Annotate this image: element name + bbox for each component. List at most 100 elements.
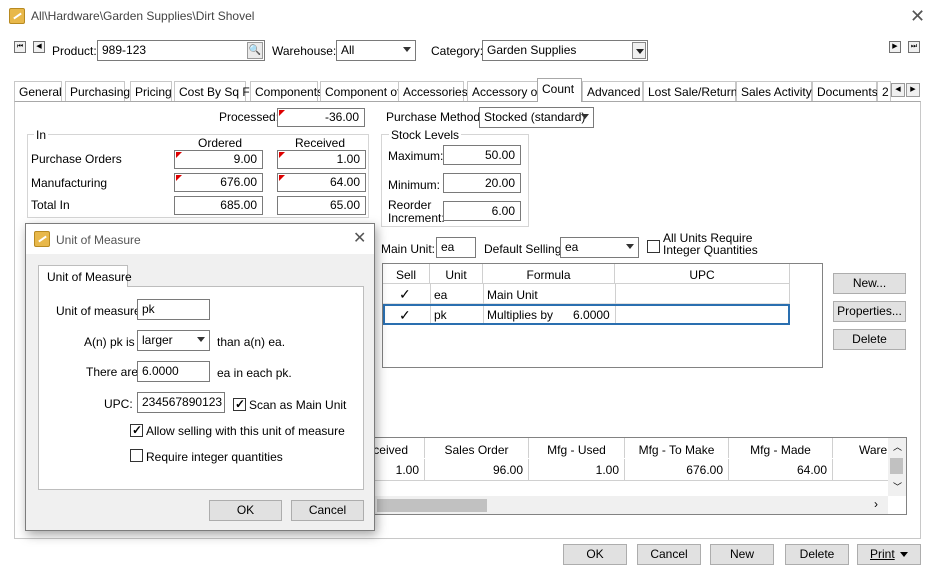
cancel-button[interactable]: Cancel: [637, 544, 701, 565]
minimum-label: Minimum:: [388, 178, 441, 192]
tab-general[interactable]: General: [14, 81, 62, 101]
require-integer-checkbox[interactable]: [130, 449, 143, 462]
tab-more[interactable]: 2: [877, 81, 891, 101]
scroll-thumb-horizontal[interactable]: [377, 499, 487, 512]
dialog-tab-unit-of-measure[interactable]: Unit of Measure: [38, 265, 132, 287]
close-icon[interactable]: ✕: [910, 7, 925, 25]
po-received-field[interactable]: 1.00: [277, 150, 366, 169]
purchase-method-value: Stocked (standard): [484, 110, 586, 124]
sales-order-cell: 96.00: [425, 459, 529, 481]
processed-field[interactable]: -36.00: [277, 108, 365, 127]
product-input[interactable]: 989-123 🔍: [97, 40, 265, 61]
manufacturing-label: Manufacturing: [31, 176, 108, 190]
chevron-down-icon[interactable]: [632, 42, 646, 59]
tab-scroll-right-icon[interactable]: ▶: [906, 83, 920, 97]
delete-unit-button[interactable]: Delete: [833, 329, 906, 350]
tab-components[interactable]: Components: [250, 81, 323, 101]
purchase-method-select[interactable]: Stocked (standard): [479, 107, 594, 128]
scroll-down-icon[interactable]: ﹀: [893, 480, 902, 493]
tab-sales-activity[interactable]: Sales Activity: [736, 81, 812, 101]
dialog-cancel-button[interactable]: Cancel: [291, 500, 364, 521]
scroll-up-icon[interactable]: ︿: [893, 440, 902, 453]
first-record-icon[interactable]: ⏮: [14, 41, 26, 53]
product-label: Product:: [52, 44, 97, 58]
dialog-ok-button[interactable]: OK: [209, 500, 282, 521]
scroll-thumb-vertical[interactable]: [890, 458, 903, 474]
maximum-field[interactable]: 50.00: [443, 145, 521, 165]
tab-lost-sale-return[interactable]: Lost Sale/Return: [643, 81, 737, 101]
reorder-field[interactable]: 6.00: [443, 201, 521, 221]
close-icon[interactable]: ✕: [353, 230, 366, 248]
category-select[interactable]: Garden Supplies: [482, 40, 648, 61]
tab-accessories[interactable]: Accessories: [398, 81, 468, 101]
scroll-right-icon[interactable]: ›: [874, 497, 878, 511]
print-label: Print: [870, 547, 895, 561]
default-selling-select[interactable]: ea: [560, 237, 639, 258]
col-mfg-to-make: Mfg - To Make: [625, 438, 729, 458]
maximum-label: Maximum:: [388, 149, 444, 163]
ok-button[interactable]: OK: [563, 544, 627, 565]
units-grid: Sell Unit Formula UPC ✓ ea Main Unit ✓ p…: [382, 263, 823, 368]
total-received-field: 65.00: [277, 196, 366, 215]
processed-label: Processed:: [219, 110, 280, 124]
tab-count[interactable]: Count: [537, 78, 582, 102]
table-row[interactable]: 1.00 96.00 1.00 676.00 64.00: [341, 459, 888, 481]
upc-input[interactable]: 234567890123: [137, 392, 225, 413]
minimum-field[interactable]: 20.00: [443, 173, 521, 193]
uom-input[interactable]: pk: [137, 299, 210, 320]
tab-pricing[interactable]: Pricing: [130, 81, 172, 101]
po-ordered-field[interactable]: 9.00: [174, 150, 263, 169]
quantity-input[interactable]: 6.0000: [137, 361, 210, 382]
product-value: 989-123: [102, 43, 147, 57]
purchase-orders-label: Purchase Orders: [31, 152, 122, 166]
uom-label: Unit of measure:: [56, 304, 145, 318]
tab-component-of[interactable]: Component of: [320, 81, 400, 101]
formula-cell: Main Unit: [483, 284, 615, 304]
tab-accessory-of[interactable]: Accessory of: [467, 81, 541, 101]
relation-select[interactable]: larger: [137, 330, 210, 351]
warehouse-select[interactable]: All: [336, 40, 416, 61]
tab-documents[interactable]: Documents: [812, 81, 878, 101]
warehouse-label: Warehouse:: [272, 44, 337, 58]
col-upc[interactable]: UPC: [615, 264, 790, 284]
mfg-to-make-cell: 676.00: [625, 459, 729, 481]
tab-cost-by-sq-ft[interactable]: Cost By Sq Ft: [174, 81, 253, 101]
title-bar: All\Hardware\Garden Supplies\Dirt Shovel…: [0, 0, 934, 32]
next-record-icon[interactable]: ▶: [889, 41, 901, 53]
unit-cell: pk: [430, 306, 483, 323]
summary-grid-header: eceived Sales Order Mfg - Used Mfg - To …: [341, 438, 888, 458]
print-button[interactable]: Print: [857, 544, 921, 565]
in-group-title: In: [34, 128, 49, 142]
tab-scroll-left-icon[interactable]: ◀: [891, 83, 905, 97]
scan-as-main-unit-checkbox[interactable]: [233, 397, 246, 411]
horizontal-scrollbar[interactable]: ›: [341, 496, 888, 514]
unit-cell: ea: [430, 284, 483, 304]
relation-prefix: A(n) pk is: [84, 335, 135, 349]
main-unit-field[interactable]: ea: [436, 237, 476, 258]
table-row-selected[interactable]: ✓ pk Multiplies by 6.0000: [383, 304, 790, 325]
all-units-integer-checkbox[interactable]: [647, 240, 660, 253]
vertical-scrollbar[interactable]: ︿ ﹀: [888, 438, 906, 496]
dialog-title-bar: Unit of Measure ✕: [26, 224, 374, 254]
total-ordered-field: 685.00: [174, 196, 263, 215]
col-unit[interactable]: Unit: [430, 264, 483, 284]
mfg-received-field[interactable]: 64.00: [277, 173, 366, 192]
col-formula[interactable]: Formula: [483, 264, 615, 284]
last-record-icon[interactable]: ⏭: [908, 41, 920, 53]
app-logo-icon: [9, 8, 25, 24]
allow-selling-checkbox[interactable]: [130, 423, 143, 437]
prev-record-icon[interactable]: ◀: [33, 41, 45, 53]
tab-purchasing[interactable]: Purchasing: [65, 81, 130, 101]
table-row[interactable]: ✓ ea Main Unit: [383, 284, 790, 304]
search-icon[interactable]: 🔍: [247, 42, 263, 59]
new-button[interactable]: New: [710, 544, 774, 565]
received-header: Received: [295, 136, 346, 150]
sell-check-icon: ✓: [399, 286, 411, 302]
mfg-ordered-field[interactable]: 676.00: [174, 173, 263, 192]
col-sell[interactable]: Sell: [383, 264, 430, 284]
tab-advanced[interactable]: Advanced: [582, 81, 643, 101]
delete-button[interactable]: Delete: [785, 544, 849, 565]
new-unit-button[interactable]: New...: [833, 273, 906, 294]
mfg-used-cell: 1.00: [529, 459, 625, 481]
properties-button[interactable]: Properties...: [833, 301, 906, 322]
